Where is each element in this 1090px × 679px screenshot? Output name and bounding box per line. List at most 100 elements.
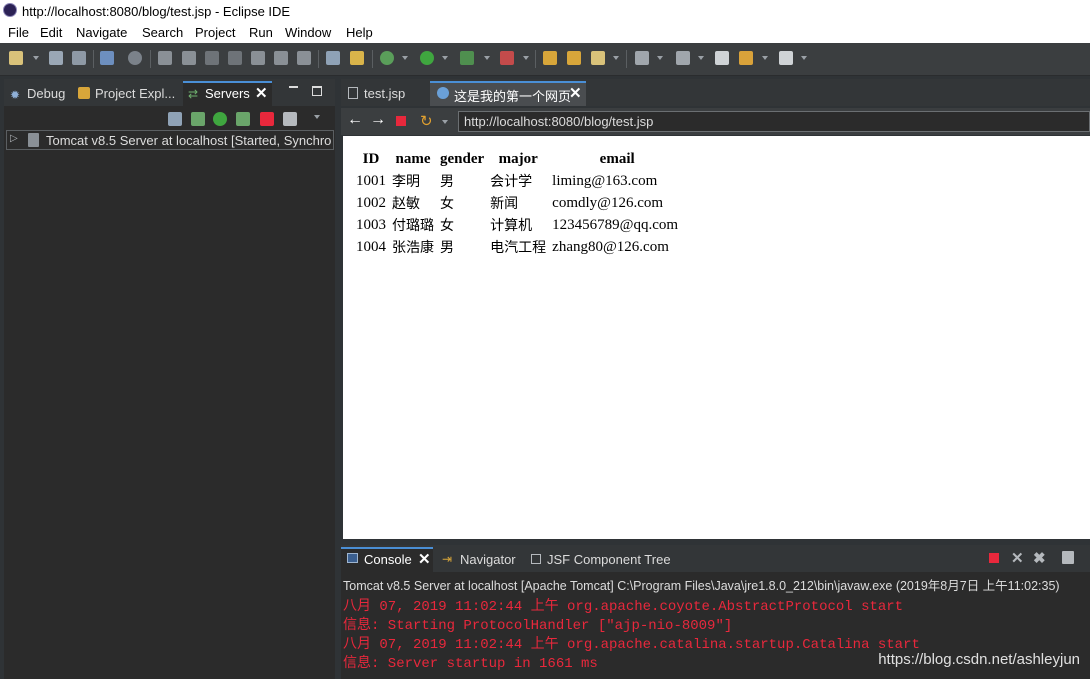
cell-major: 会计学: [490, 174, 533, 190]
debug-icon[interactable]: [380, 51, 394, 65]
save-all-icon[interactable]: [72, 51, 86, 65]
suspend-icon[interactable]: [182, 51, 196, 65]
expand-arrow-icon[interactable]: ▷: [10, 133, 18, 144]
menu-run[interactable]: Run: [249, 25, 273, 40]
open-project-icon[interactable]: [567, 51, 581, 65]
menu-navigate[interactable]: Navigate: [76, 25, 127, 40]
cell-gender: 男: [440, 174, 454, 190]
jsf-tree-icon: [531, 554, 541, 564]
cell-name: 张浩康: [392, 240, 434, 256]
terminate-icon[interactable]: [205, 51, 219, 65]
title-bar: http://localhost:8080/blog/test.jsp - Ec…: [0, 0, 1090, 22]
tab-browser[interactable]: 这是我的第一个网页: [454, 86, 571, 105]
back-icon[interactable]: [739, 51, 753, 65]
pin-icon[interactable]: [676, 51, 690, 65]
stop-icon[interactable]: [396, 116, 406, 126]
run-icon[interactable]: [420, 51, 434, 65]
menu-project[interactable]: Project: [195, 25, 235, 40]
step-return-icon[interactable]: [297, 51, 311, 65]
tab-console[interactable]: Console: [364, 552, 412, 567]
server-tree-row[interactable]: ▷ Tomcat v8.5 Server at localhost [Start…: [6, 130, 334, 150]
pin-dropdown-icon[interactable]: [698, 56, 704, 60]
tab-test-jsp[interactable]: test.jsp: [364, 86, 405, 101]
last-edit-icon[interactable]: [715, 51, 729, 65]
task-icon[interactable]: [326, 51, 340, 65]
open-folder-icon[interactable]: [543, 51, 557, 65]
external-tools-icon[interactable]: [500, 51, 514, 65]
forward-dropdown-icon[interactable]: [801, 56, 807, 60]
table-row: 1002 赵敏 女 新闻 comdly@126.com: [354, 192, 684, 214]
menu-window[interactable]: Window: [285, 25, 331, 40]
toolbar-separator: [372, 50, 373, 68]
menu-edit[interactable]: Edit: [40, 25, 62, 40]
collapse-icon[interactable]: [168, 112, 182, 126]
tab-project-explorer[interactable]: Project Expl...: [95, 86, 175, 101]
tab-debug[interactable]: Debug: [27, 86, 65, 101]
column-header-email: email: [599, 150, 635, 167]
debug-server-icon[interactable]: [191, 112, 205, 126]
step-into-icon[interactable]: [251, 51, 265, 65]
pencil-dropdown-icon[interactable]: [613, 56, 619, 60]
stop-server-icon[interactable]: [260, 112, 274, 126]
back-dropdown-icon[interactable]: [762, 56, 768, 60]
close-tab-icon[interactable]: ✕: [418, 550, 431, 568]
debug-dropdown-icon[interactable]: [402, 56, 408, 60]
forward-icon[interactable]: [779, 51, 793, 65]
maximize-icon[interactable]: [312, 86, 322, 96]
menu-search[interactable]: Search: [142, 25, 183, 40]
run-server-icon[interactable]: [460, 51, 474, 65]
cell-name: 李明: [392, 174, 420, 190]
tab-jsf-component-tree[interactable]: JSF Component Tree: [547, 552, 671, 567]
close-tab-icon[interactable]: ✕: [255, 84, 268, 102]
refresh-icon[interactable]: ↻: [420, 112, 433, 130]
clear-console-icon[interactable]: [1062, 551, 1074, 564]
view-menu-icon[interactable]: [314, 115, 320, 119]
toolbar-separator: [318, 50, 319, 68]
terminal-icon[interactable]: [100, 51, 114, 65]
remove-all-icon[interactable]: ✖: [1033, 549, 1046, 567]
tab-servers[interactable]: Servers: [205, 86, 250, 101]
save-icon[interactable]: [49, 51, 63, 65]
cell-major: 计算机: [490, 218, 533, 234]
new-dropdown-icon[interactable]: [33, 56, 39, 60]
resume-icon[interactable]: [158, 51, 172, 65]
student-table: ID name gender major email 1001 李明 男 会计学…: [352, 148, 686, 258]
url-input[interactable]: http://localhost:8080/blog/test.jsp: [458, 111, 1090, 132]
menu-help[interactable]: Help: [346, 25, 373, 40]
step-over-icon[interactable]: [274, 51, 288, 65]
refresh-dropdown-icon[interactable]: [442, 120, 448, 124]
cell-email: 123456789@qq.com: [552, 216, 679, 233]
pencil-icon[interactable]: [591, 51, 605, 65]
run-server-dropdown-icon[interactable]: [484, 56, 490, 60]
new-icon[interactable]: [9, 51, 23, 65]
disconnect-icon[interactable]: [228, 51, 242, 65]
tab-navigator[interactable]: Navigator: [460, 552, 516, 567]
remove-launch-icon[interactable]: ✕: [1011, 549, 1024, 567]
publish-icon[interactable]: [283, 112, 297, 126]
navigator-icon: ⇥: [442, 552, 453, 566]
menu-bar: File Edit Navigate Search Project Run Wi…: [0, 22, 1090, 43]
external-tools-dropdown-icon[interactable]: [523, 56, 529, 60]
profile-server-icon[interactable]: [236, 112, 250, 126]
console-tab-bar: [341, 545, 1090, 572]
console-line: 八月 07, 2019 11:02:44 上午 org.apache.coyot…: [343, 599, 904, 615]
cell-major: 新闻: [490, 196, 519, 212]
annotation-dropdown-icon[interactable]: [657, 56, 663, 60]
minimize-icon[interactable]: [289, 86, 298, 88]
skip-breakpoints-icon[interactable]: [128, 51, 142, 65]
open-type-icon[interactable]: [350, 51, 364, 65]
back-arrow-icon[interactable]: ←: [347, 111, 363, 129]
annotation-icon[interactable]: [635, 51, 649, 65]
cell-email: comdly@126.com: [552, 194, 664, 211]
terminate-console-icon[interactable]: [989, 553, 999, 563]
menu-file[interactable]: File: [8, 25, 29, 40]
console-line: 信息: Starting ProtocolHandler ["ajp-nio-8…: [343, 618, 733, 634]
column-header-gender: gender: [440, 150, 485, 167]
run-dropdown-icon[interactable]: [442, 56, 448, 60]
close-tab-icon[interactable]: ✕: [569, 84, 582, 102]
start-server-icon[interactable]: [213, 112, 227, 126]
forward-arrow-icon[interactable]: →: [370, 111, 386, 129]
toolbar-separator: [626, 50, 627, 68]
table-row: 1001 李明 男 会计学 liming@163.com: [354, 170, 684, 192]
column-header-major: major: [498, 150, 538, 167]
